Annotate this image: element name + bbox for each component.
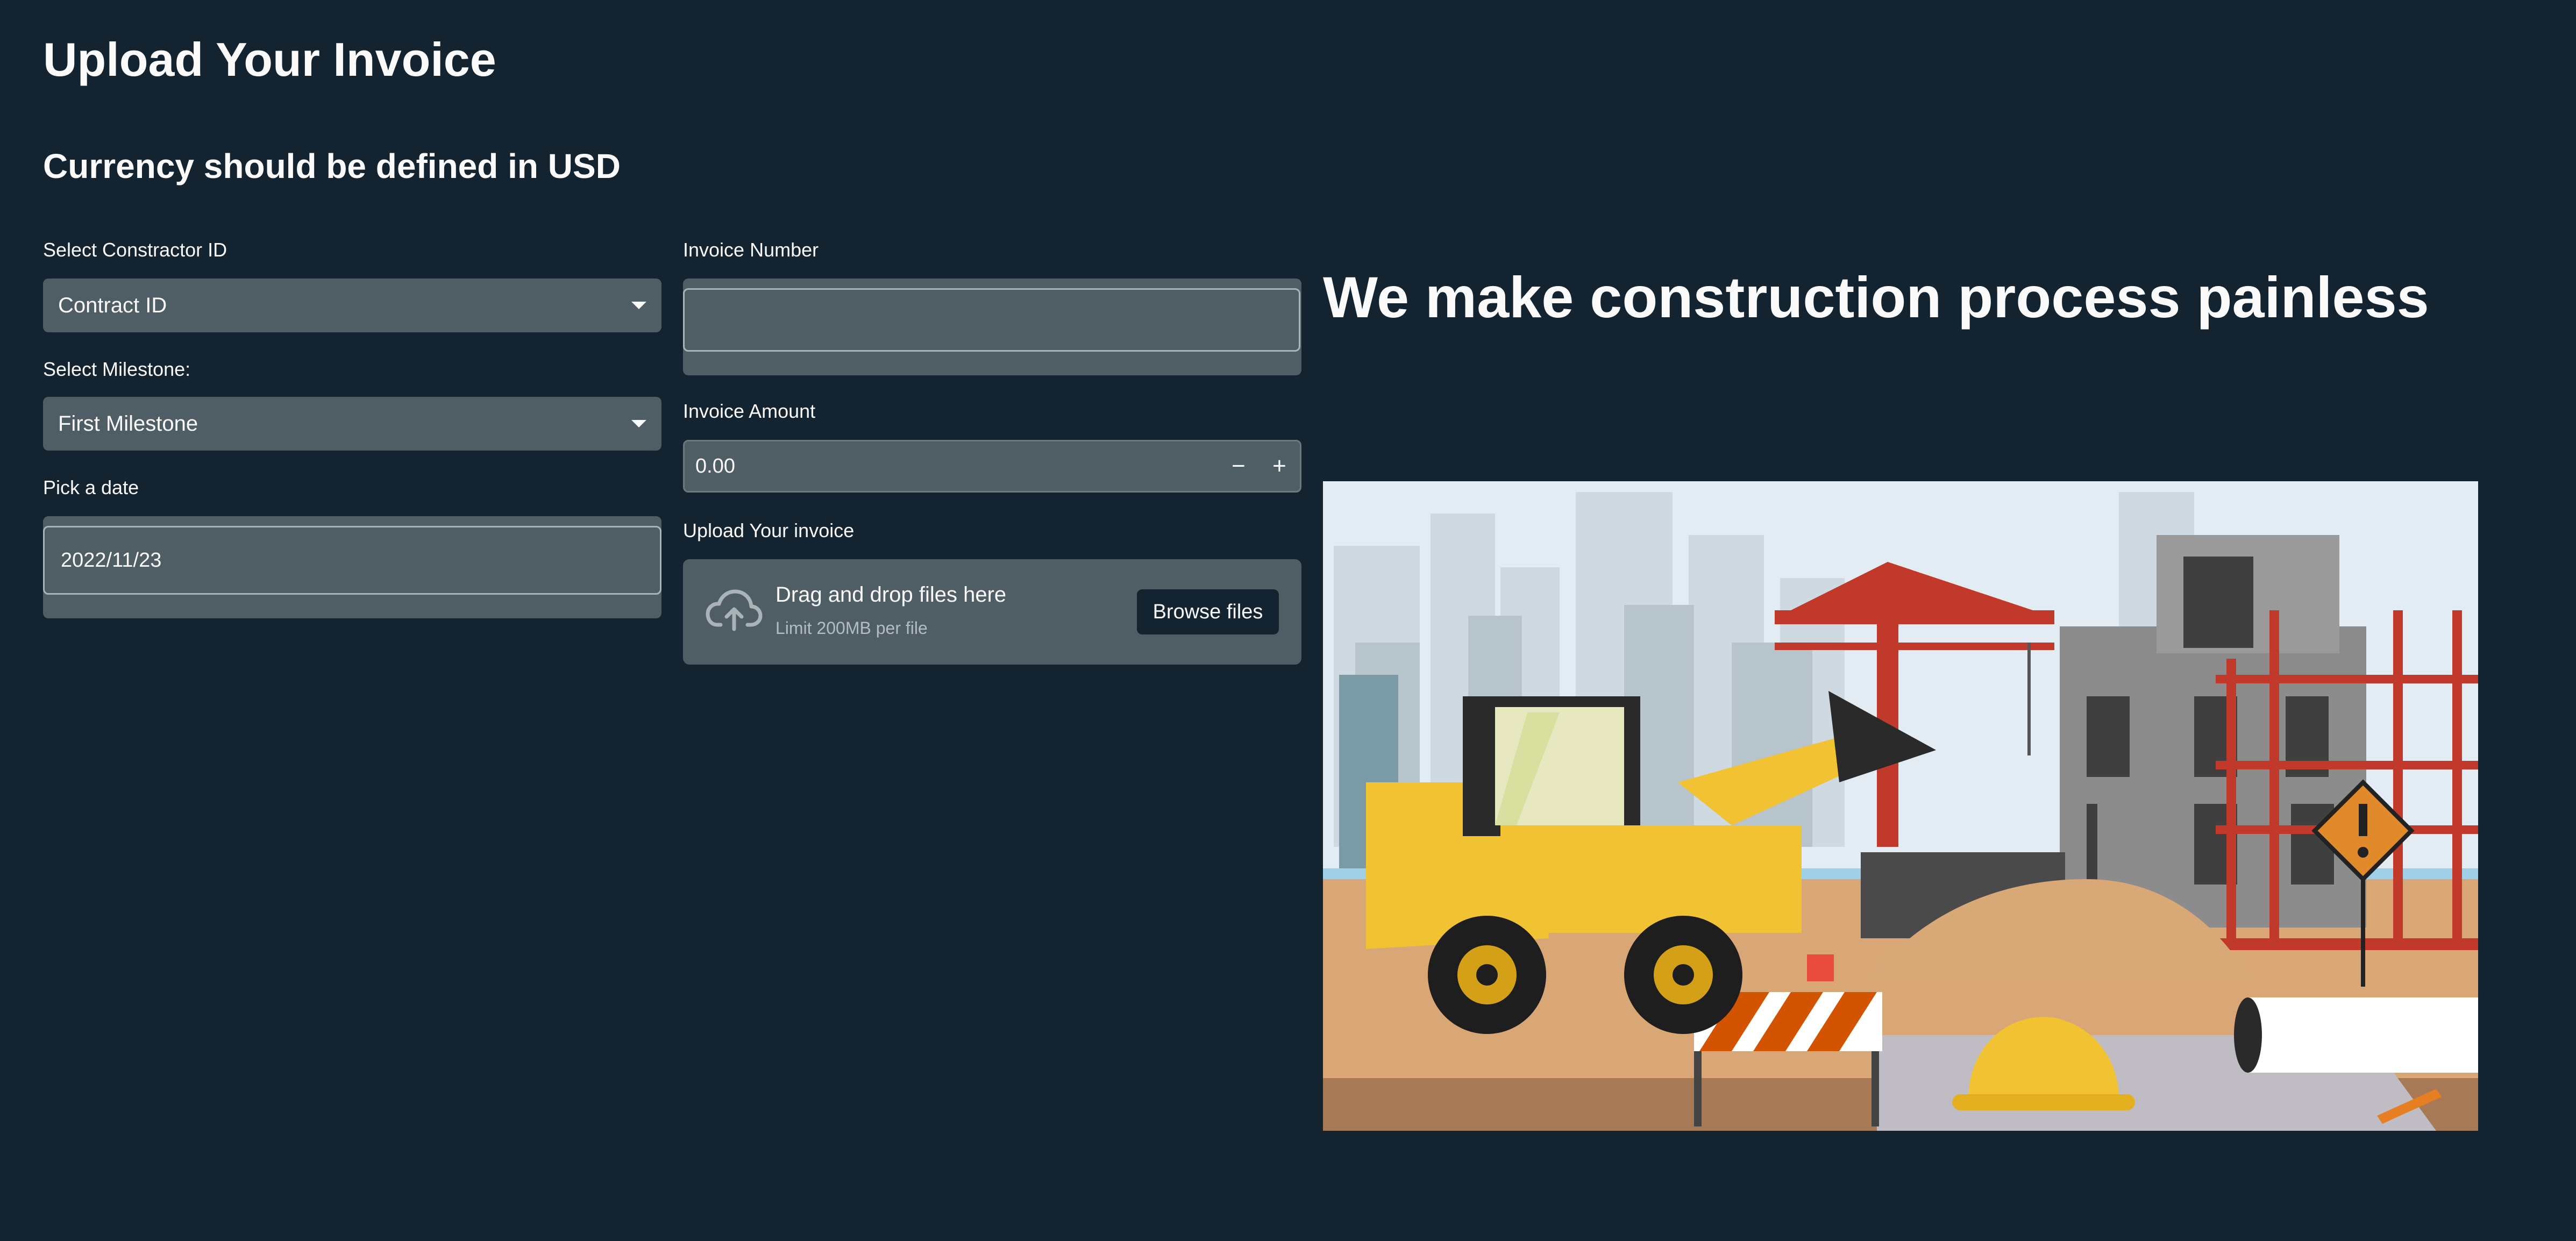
chevron-down-icon xyxy=(631,302,646,309)
milestone-select[interactable]: First Milestone xyxy=(43,397,661,451)
file-uploader[interactable]: Drag and drop files here Limit 200MB per… xyxy=(683,559,1301,665)
milestone-select-value: First Milestone xyxy=(58,411,198,436)
invoice-number-wrapper xyxy=(683,279,1301,375)
invoice-number-label: Invoice Number xyxy=(683,239,819,261)
date-input-wrapper: 2022/11/23 xyxy=(43,516,661,618)
contractor-select-value: Contract ID xyxy=(58,293,167,317)
chevron-down-icon xyxy=(631,420,646,427)
decrement-button[interactable]: − xyxy=(1217,441,1260,491)
browse-files-button[interactable]: Browse files xyxy=(1137,589,1279,634)
contractor-label: Select Constractor ID xyxy=(43,239,227,261)
increment-button[interactable]: + xyxy=(1258,441,1301,491)
invoice-amount-stepper: 0.00 − + xyxy=(683,440,1301,493)
hero-headline: We make construction process painless xyxy=(1323,265,2429,330)
date-label: Pick a date xyxy=(43,476,139,498)
contractor-select[interactable]: Contract ID xyxy=(43,279,661,332)
page-title: Upload Your Invoice xyxy=(43,33,496,86)
milestone-label: Select Milestone: xyxy=(43,358,191,380)
invoice-amount-label: Invoice Amount xyxy=(683,400,816,422)
page-subtitle: Currency should be defined in USD xyxy=(43,147,621,186)
upload-label: Upload Your invoice xyxy=(683,519,855,541)
date-input[interactable]: 2022/11/23 xyxy=(43,526,661,595)
invoice-number-input[interactable] xyxy=(683,288,1300,352)
drag-drop-text: Drag and drop files here xyxy=(775,583,1007,607)
construction-site-illustration xyxy=(1323,481,2478,1131)
upload-limit-text: Limit 200MB per file xyxy=(775,618,928,638)
invoice-amount-input[interactable]: 0.00 xyxy=(695,441,735,491)
cloud-upload-icon xyxy=(706,589,763,631)
